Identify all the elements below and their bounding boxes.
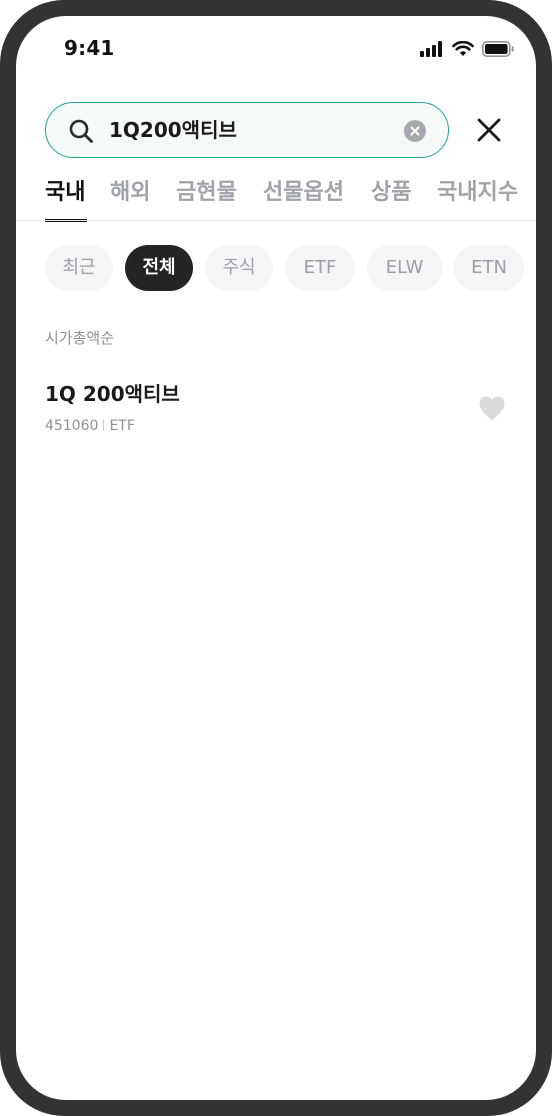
close-icon[interactable] [476, 117, 502, 143]
result-type: ETF [109, 418, 135, 434]
search-icon [69, 119, 93, 143]
meta-divider [103, 420, 105, 431]
app-screen: 9:41 1Q200액티브 국내 해외 금현물 선물옵션 상품 국내지수 최근 … [16, 16, 536, 1100]
filter-chips: 최근 전체 주식 ETF ELW ETN [45, 245, 536, 291]
tab-gold-spot[interactable]: 금현물 [176, 178, 237, 208]
result-name: 1Q 200액티브 [45, 382, 180, 406]
search-input[interactable]: 1Q200액티브 [45, 102, 449, 158]
tab-domestic-index[interactable]: 국내지수 [437, 178, 518, 208]
tab-futures-options[interactable]: 선물옵션 [263, 178, 344, 208]
tab-domestic[interactable]: 국내 [45, 178, 85, 208]
result-code: 451060 [45, 418, 99, 434]
device-frame: 9:41 1Q200액티브 국내 해외 금현물 선물옵션 상품 국내지수 최근 … [0, 0, 552, 1116]
chip-stock[interactable]: 주식 [205, 245, 273, 291]
category-tabs: 국내 해외 금현물 선물옵션 상품 국내지수 [45, 178, 536, 222]
heart-icon[interactable] [478, 395, 506, 421]
battery-icon [482, 41, 514, 57]
chip-all[interactable]: 전체 [125, 245, 193, 291]
result-meta: 451060 ETF [45, 416, 135, 436]
chip-recent[interactable]: 최근 [45, 245, 113, 291]
tab-overseas[interactable]: 해외 [110, 178, 150, 208]
tabs-divider [16, 220, 536, 221]
wifi-icon [452, 41, 474, 56]
chip-elw[interactable]: ELW [367, 245, 442, 291]
tab-commodities[interactable]: 상품 [371, 178, 411, 208]
search-query[interactable]: 1Q200액티브 [109, 117, 237, 143]
sort-label[interactable]: 시가총액순 [45, 327, 114, 348]
signal-icon [420, 41, 442, 57]
clear-icon[interactable] [404, 120, 426, 142]
chip-etn[interactable]: ETN [454, 245, 524, 291]
chip-etf[interactable]: ETF [285, 245, 355, 291]
list-item[interactable]: 1Q 200액티브 451060 ETF [45, 380, 507, 440]
status-time: 9:41 [64, 36, 115, 60]
status-icons [420, 40, 514, 58]
